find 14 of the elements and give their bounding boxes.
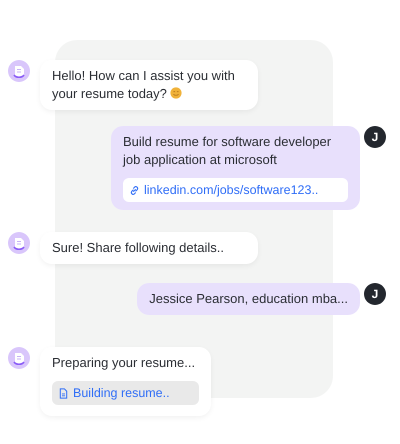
- message-text: Sure! Share following details..: [52, 240, 224, 255]
- link-chip[interactable]: linkedin.com/jobs/software123..: [123, 178, 348, 202]
- user-avatar: J: [364, 126, 386, 148]
- message-text: Hello! How can I assist you with your resume today?: [52, 68, 235, 101]
- bot-avatar-icon: [8, 232, 30, 254]
- bot-avatar-icon: [8, 60, 30, 82]
- file-chip[interactable]: Building resume..: [52, 381, 199, 405]
- link-icon: [129, 184, 140, 196]
- bot-avatar-icon: [8, 347, 30, 369]
- message-text: Jessice Pearson, education mba...: [149, 291, 348, 306]
- message-text: Build resume for software developer job application at microsoft: [123, 134, 332, 167]
- message-text: Preparing your resume...: [52, 355, 196, 370]
- user-avatar: J: [364, 283, 386, 305]
- document-icon: [58, 388, 69, 398]
